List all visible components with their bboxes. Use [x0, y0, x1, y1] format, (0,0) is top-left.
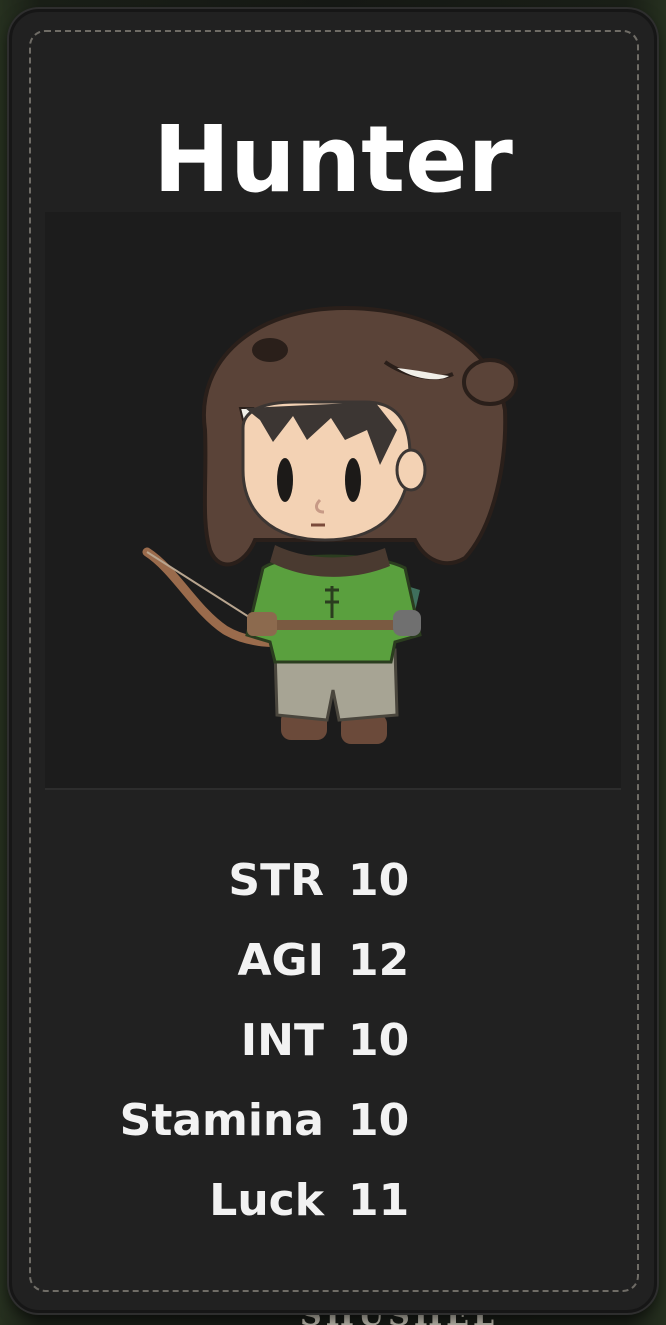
portrait-divider: [45, 788, 621, 790]
character-class-title: Hunter: [153, 106, 513, 213]
stat-label: INT: [240, 1015, 324, 1066]
belt: [273, 620, 395, 630]
right-glove: [393, 610, 421, 636]
stat-row-int: INT 10: [12, 1002, 654, 1082]
stat-row-agi: AGI 12: [12, 922, 654, 1002]
right-eye: [345, 458, 361, 502]
stat-label: AGI: [237, 935, 324, 986]
stat-row-luck: Luck 11: [12, 1162, 654, 1242]
character-portrait-frame: [45, 212, 621, 788]
stat-value: 10: [348, 855, 410, 906]
stat-label: STR: [228, 855, 324, 906]
stat-row-str: STR 10: [12, 842, 654, 922]
left-eye: [277, 458, 293, 502]
stat-value: 12: [348, 935, 410, 986]
stat-value: 10: [348, 1095, 410, 1146]
left-ear: [395, 448, 427, 492]
stat-value: 11: [348, 1175, 410, 1226]
stat-row-stamina: Stamina 10: [12, 1082, 654, 1162]
stat-label: Stamina: [119, 1095, 324, 1146]
stat-value: 10: [348, 1015, 410, 1066]
stat-label: Luck: [209, 1175, 324, 1226]
bear-nose: [252, 338, 288, 362]
bear-ear: [462, 358, 518, 406]
character-card[interactable]: Hunter STR 10 AGI 12 INT 10 Stamina 10 L…: [9, 9, 657, 1313]
hunter-portrait: [142, 305, 518, 744]
bracer: [247, 612, 277, 636]
stats-list: STR 10 AGI 12 INT 10 Stamina 10 Luck 11: [12, 842, 654, 1242]
